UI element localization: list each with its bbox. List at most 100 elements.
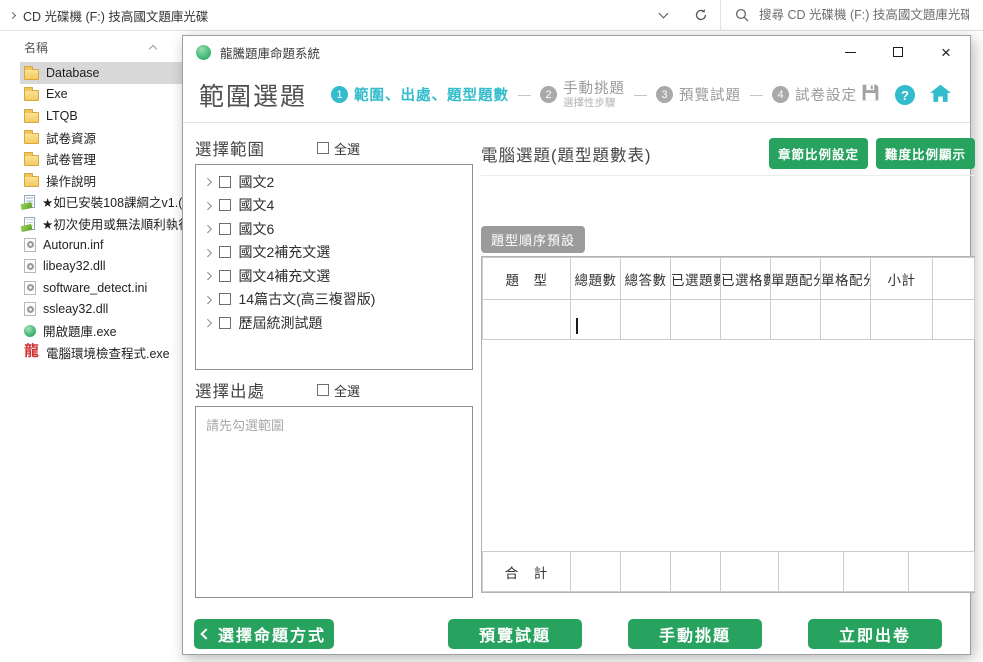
source-section-title: 選擇出處 [195,378,265,402]
checkbox-icon[interactable] [219,246,231,258]
step-1[interactable]: 1 範圍、出處、題型題數 [331,84,509,105]
list-item[interactable]: 試卷管理 [20,148,182,170]
manual-pick-button[interactable]: 手動挑題 [628,619,762,649]
total-cell [909,552,975,592]
list-item[interactable]: LTQB [20,105,182,127]
order-preset-badge[interactable]: 題型順序預設 [481,226,585,253]
range-select-all[interactable]: 全選 [317,139,360,158]
range-select-all-label: 全選 [334,139,360,158]
chevron-right-icon[interactable] [204,178,212,186]
chevron-right-icon[interactable] [204,272,212,280]
table-cell[interactable] [821,300,871,340]
difficulty-ratio-button[interactable]: 難度比例顯示 [876,138,975,169]
chapter-ratio-button[interactable]: 章節比例設定 [769,138,868,169]
table-cell[interactable] [721,300,771,340]
list-item[interactable]: 開啟題庫.exe [20,320,182,342]
step-indicator: 1 範圍、出處、題型題數 — 2 手動挑題 選擇性步驟 — 3 預覽試題 — 4… [331,81,857,110]
minimize-icon [845,52,856,53]
back-to-mode-button[interactable]: 選擇命題方式 [194,619,334,649]
refresh-button[interactable] [682,0,720,31]
maximize-icon [893,47,903,57]
breadcrumb[interactable]: CD 光碟機 (F:) 技高國文題庫光碟 [0,0,644,30]
chevron-right-icon[interactable] [204,225,212,233]
chevron-right-icon[interactable] [204,248,212,256]
config-file-icon [24,238,36,252]
minimize-button[interactable] [826,36,874,68]
list-item[interactable]: ssleay32.dll [20,299,182,321]
close-button[interactable]: × [922,36,970,68]
table-cell[interactable] [771,300,821,340]
source-placeholder: 請先勾選範圍 [206,418,284,433]
table-cell[interactable] [621,300,671,340]
tree-item[interactable]: 國文2 [196,170,472,194]
tree-item[interactable]: 14篇古文(高三複習版) [196,288,472,312]
help-button[interactable]: ? [895,85,915,105]
maximize-button[interactable] [874,36,922,68]
step-2[interactable]: 2 手動挑題 選擇性步驟 [540,81,625,110]
window-titlebar[interactable]: 龍騰題庫命題系統 × [183,36,970,68]
checkbox-icon[interactable] [219,223,231,235]
search-box[interactable] [720,0,983,30]
table-cell[interactable] [571,300,621,340]
tree-item[interactable]: 國文6 [196,217,472,241]
folder-icon [24,176,39,187]
step-3[interactable]: 3 預覽試題 [656,84,741,105]
tree-item[interactable]: 國文4 [196,194,472,218]
chevron-right-icon[interactable] [204,201,212,209]
breadcrumb-path[interactable]: CD 光碟機 (F:) 技高國文題庫光碟 [23,6,208,25]
generate-paper-button[interactable]: 立即出卷 [808,619,942,649]
preview-questions-button[interactable]: 預覽試題 [448,619,582,649]
file-name: Exe [46,87,68,101]
tree-item[interactable]: 國文2補充文選 [196,241,472,265]
help-icon: ? [901,88,909,103]
table-cell[interactable] [483,300,571,340]
list-item[interactable]: 操作說明 [20,170,182,192]
total-cell [671,552,721,592]
column-header: 單題配分 [771,258,821,300]
list-item[interactable]: ★初次使用或無法順利執行 [20,213,182,235]
list-item[interactable]: Database [20,62,182,84]
table-cell[interactable] [871,300,933,340]
step-separator: — [634,87,647,102]
search-input[interactable] [759,8,969,22]
step-1-number: 1 [331,86,348,103]
home-button[interactable] [929,83,952,108]
chevron-right-icon[interactable] [204,295,212,303]
question-type-table-grid: 題 型 總題數 總答數 已選題數 已選格數 單題配分 單格配分 小計 [482,257,975,340]
checkbox-icon[interactable] [219,270,231,282]
chevron-right-icon[interactable] [204,319,212,327]
app-window: 龍騰題庫命題系統 × 範圍選題 1 範圍、出處、題型題數 — 2 手動挑 [182,35,971,655]
source-select-all[interactable]: 全選 [317,381,360,400]
breadcrumb-chevron-icon[interactable] [9,11,16,18]
checkbox-icon[interactable] [219,176,231,188]
table-cell[interactable] [671,300,721,340]
list-item[interactable]: Autorun.inf [20,234,182,256]
computer-select-header: 電腦選題(題型題數表) 章節比例設定 難度比例顯示 [481,138,975,169]
list-item[interactable]: 試卷資源 [20,127,182,149]
checkbox-icon[interactable] [317,142,329,154]
checkbox-icon[interactable] [219,199,231,211]
source-list[interactable]: 請先勾選範圍 [195,406,473,598]
list-item[interactable]: Exe [20,84,182,106]
checkbox-icon[interactable] [219,317,231,329]
save-button[interactable] [860,82,881,108]
column-header: 單格配分 [821,258,871,300]
table-empty-area [482,340,974,551]
address-dropdown-button[interactable] [644,0,682,31]
tree-item-label: 國文4補充文選 [239,266,331,286]
name-column-header[interactable]: 名稱 [0,31,182,62]
table-cell[interactable] [933,300,975,340]
list-item[interactable]: libeay32.dll [20,256,182,278]
preview-questions-label: 預覽試題 [479,622,551,646]
tree-item[interactable]: 歷屆統測試題 [196,311,472,335]
checkbox-icon[interactable] [317,384,329,396]
app-executable-icon [24,325,36,337]
table-row [483,300,975,340]
list-item[interactable]: software_detect.ini [20,277,182,299]
sort-ascending-icon[interactable] [149,45,157,53]
tree-item[interactable]: 國文4補充文選 [196,264,472,288]
list-item[interactable]: ★如已安裝108課綱之v1.( [20,191,182,213]
step-4[interactable]: 4 試卷設定 [772,84,857,105]
list-item[interactable]: 龍 電腦環境檢查程式.exe [20,342,182,364]
checkbox-icon[interactable] [219,293,231,305]
